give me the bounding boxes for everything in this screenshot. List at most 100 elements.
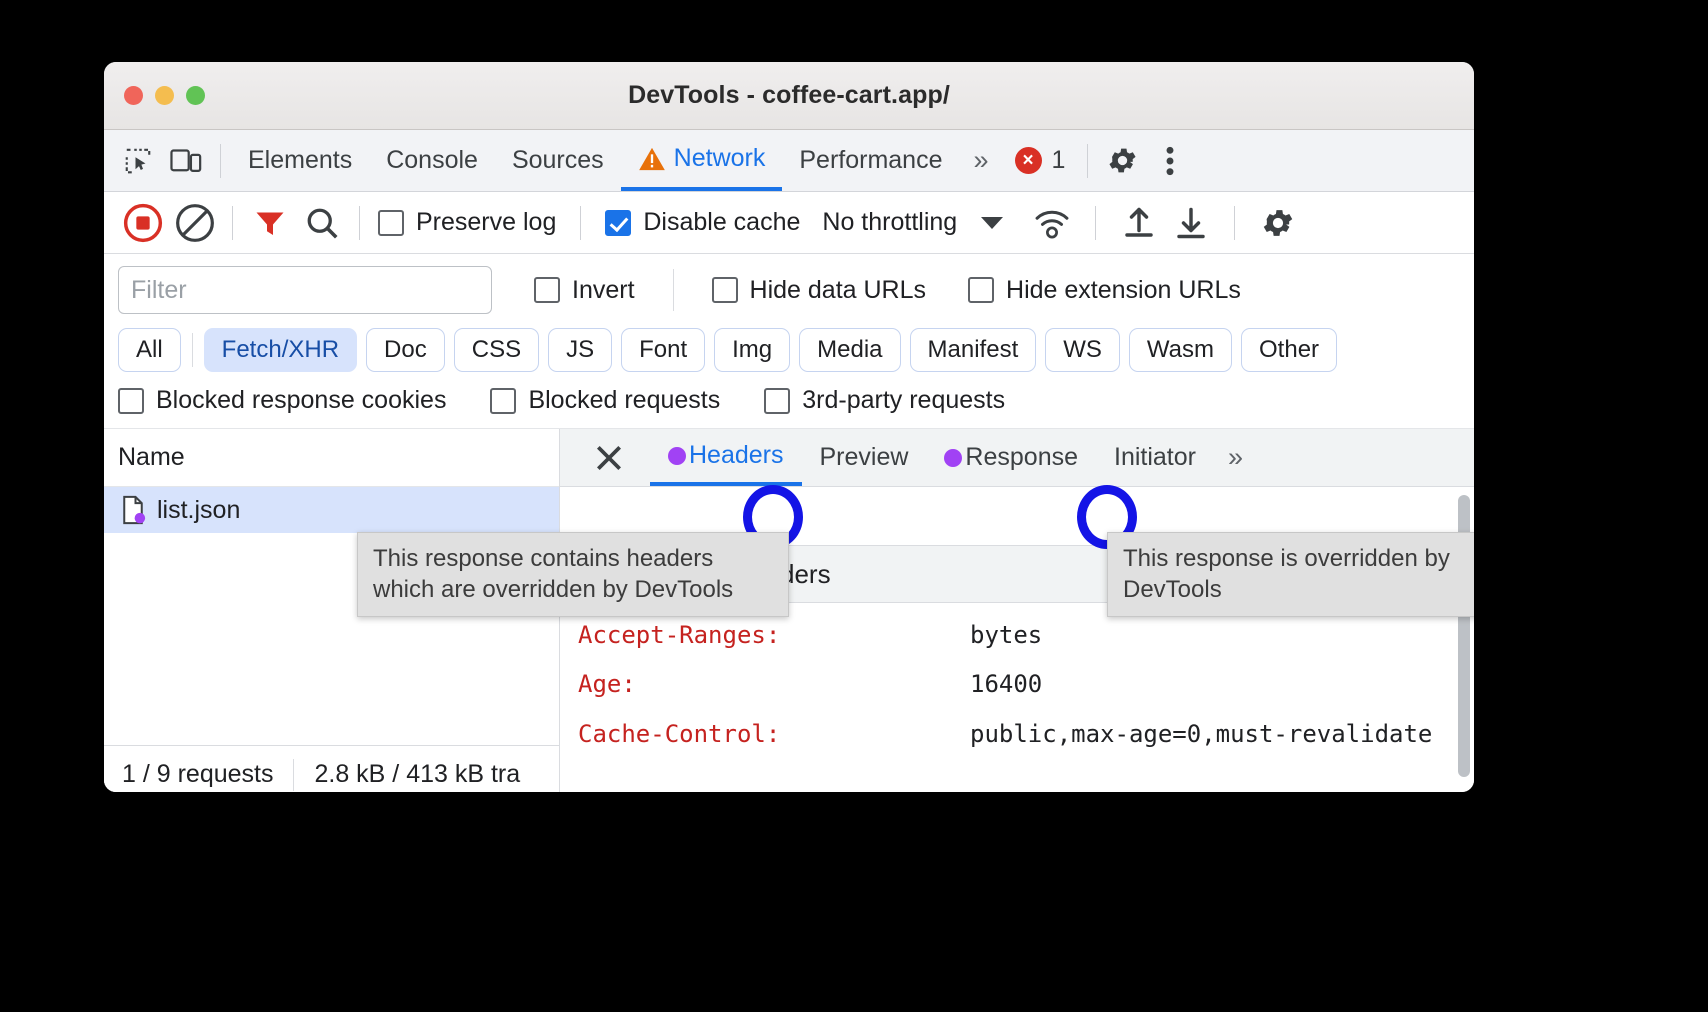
tab-performance[interactable]: Performance [782,130,959,191]
error-count-badge[interactable]: × 1 [1003,146,1078,175]
more-vertical-icon[interactable] [1146,139,1194,183]
tab-elements[interactable]: Elements [231,130,369,191]
tab-preview-label: Preview [820,443,909,472]
preserve-log-label: Preserve log [416,208,556,237]
type-filter-media[interactable]: Media [799,328,900,372]
tab-console[interactable]: Console [369,130,495,191]
request-count-label: 1 / 9 requests [122,760,273,789]
search-icon[interactable] [297,198,347,248]
invert-checkbox[interactable]: Invert [534,276,635,305]
tab-response-label: Response [965,443,1078,472]
funnel-filter-icon[interactable] [245,198,295,248]
third-party-requests-checkbox-box [764,388,790,414]
blocked-requests-label: Blocked requests [528,386,720,415]
network-conditions-icon[interactable] [1027,198,1077,248]
type-filter-js[interactable]: JS [548,328,612,372]
type-filter-manifest[interactable]: Manifest [910,328,1037,372]
blocked-requests-checkbox[interactable]: Blocked requests [490,386,720,415]
response-tab-tooltip: This response is overridden by DevTools [1107,532,1474,617]
chevron-down-icon[interactable] [981,217,1003,229]
devtools-window: DevTools - coffee-cart.app/ Elements Con… [104,62,1474,792]
status-divider [293,759,294,791]
window-title-bar: DevTools - coffee-cart.app/ [104,62,1474,130]
more-tabs-chevron-icon[interactable]: » [959,145,1002,176]
tab-sources[interactable]: Sources [495,130,621,191]
third-party-requests-checkbox[interactable]: 3rd-party requests [764,386,1005,415]
devtools-main-tabbar: Elements Console Sources Network Perform… [104,130,1474,192]
override-indicator-icon [668,447,686,465]
hide-extension-urls-checkbox[interactable]: Hide extension URLs [968,276,1241,305]
header-value[interactable]: bytes [970,615,1456,656]
type-filter-fetch-xhr[interactable]: Fetch/XHR [204,328,357,372]
tab-preview[interactable]: Preview [802,429,927,486]
invert-label: Invert [572,276,635,305]
tab-initiator[interactable]: Initiator [1096,429,1214,486]
filter-row-primary: Invert Hide data URLs Hide extension URL… [118,266,1460,314]
header-row: Age: 16400 [560,660,1474,709]
type-filter-css[interactable]: CSS [454,328,539,372]
record-stop-icon[interactable] [118,198,168,248]
toolbar-divider-5 [580,206,581,240]
hide-data-urls-checkbox[interactable]: Hide data URLs [712,276,926,305]
header-row: Accept-Ranges: bytes [560,611,1474,660]
transferred-size-label: 2.8 kB / 413 kB tra [314,760,520,789]
close-icon[interactable] [586,435,632,481]
invert-checkbox-box [534,277,560,303]
blocked-response-cookies-checkbox[interactable]: Blocked response cookies [118,386,446,415]
tab-elements-label: Elements [248,146,352,175]
hide-data-urls-label: Hide data URLs [750,276,926,305]
preserve-log-checkbox[interactable]: Preserve log [378,208,556,237]
settings-gear-icon[interactable] [1098,139,1146,183]
toolbar-divider-7 [1234,206,1235,240]
header-name: Age: [578,664,970,705]
preserve-log-checkbox-box [378,210,404,236]
import-har-icon[interactable] [1114,198,1164,248]
header-value[interactable]: 16400 [970,664,1456,705]
header-name: Accept-Ranges: [578,615,970,656]
header-value[interactable]: public,max-age=0,must-revalidate [970,714,1456,755]
type-filter-other[interactable]: Other [1241,328,1337,372]
third-party-requests-label: 3rd-party requests [802,386,1005,415]
error-count-label: 1 [1052,146,1066,175]
network-toolbar: Preserve log Disable cache No throttling [104,192,1474,254]
filter-row-secondary: Blocked response cookies Blocked request… [118,386,1460,428]
request-name-label: list.json [157,496,240,525]
tab-headers[interactable]: Headers [650,429,802,486]
filter-divider [673,269,674,311]
window-title: DevTools - coffee-cart.app/ [104,81,1474,110]
toolbar-divider-3 [232,206,233,240]
tab-performance-label: Performance [799,146,942,175]
type-filter-font[interactable]: Font [621,328,705,372]
tab-network-label: Network [674,144,766,173]
inspect-element-icon[interactable] [114,139,162,183]
network-status-bar: 1 / 9 requests 2.8 kB / 413 kB tra [104,745,559,792]
type-filter-wasm[interactable]: Wasm [1129,328,1232,372]
filter-input[interactable] [118,266,492,314]
tab-network[interactable]: Network [621,130,783,191]
type-filter-divider [192,333,193,367]
json-file-overridden-icon [120,495,146,525]
network-settings-gear-icon[interactable] [1253,198,1303,248]
resource-type-filters: All Fetch/XHR Doc CSS JS Font Img Media … [118,328,1460,372]
network-filter-bar: Invert Hide data URLs Hide extension URL… [104,254,1474,429]
blocked-response-cookies-label: Blocked response cookies [156,386,446,415]
tab-headers-label: Headers [689,441,784,470]
type-filter-all[interactable]: All [118,328,181,372]
column-header-name[interactable]: Name [104,429,559,487]
clear-requests-icon[interactable] [170,198,220,248]
override-indicator-icon-response [944,449,962,467]
throttling-select[interactable]: No throttling [822,208,957,237]
type-filter-img[interactable]: Img [714,328,790,372]
blocked-response-cookies-checkbox-box [118,388,144,414]
tab-response[interactable]: Response [926,429,1096,486]
toolbar-divider-6 [1095,206,1096,240]
disable-cache-checkbox[interactable]: Disable cache [605,208,800,237]
device-toolbar-icon[interactable] [162,139,210,183]
type-filter-ws[interactable]: WS [1045,328,1120,372]
export-har-icon[interactable] [1166,198,1216,248]
hide-extension-urls-label: Hide extension URLs [1006,276,1241,305]
table-row[interactable]: list.json [104,487,559,533]
blocked-requests-checkbox-box [490,388,516,414]
more-detail-tabs-chevron-icon[interactable]: » [1214,442,1257,473]
type-filter-doc[interactable]: Doc [366,328,445,372]
